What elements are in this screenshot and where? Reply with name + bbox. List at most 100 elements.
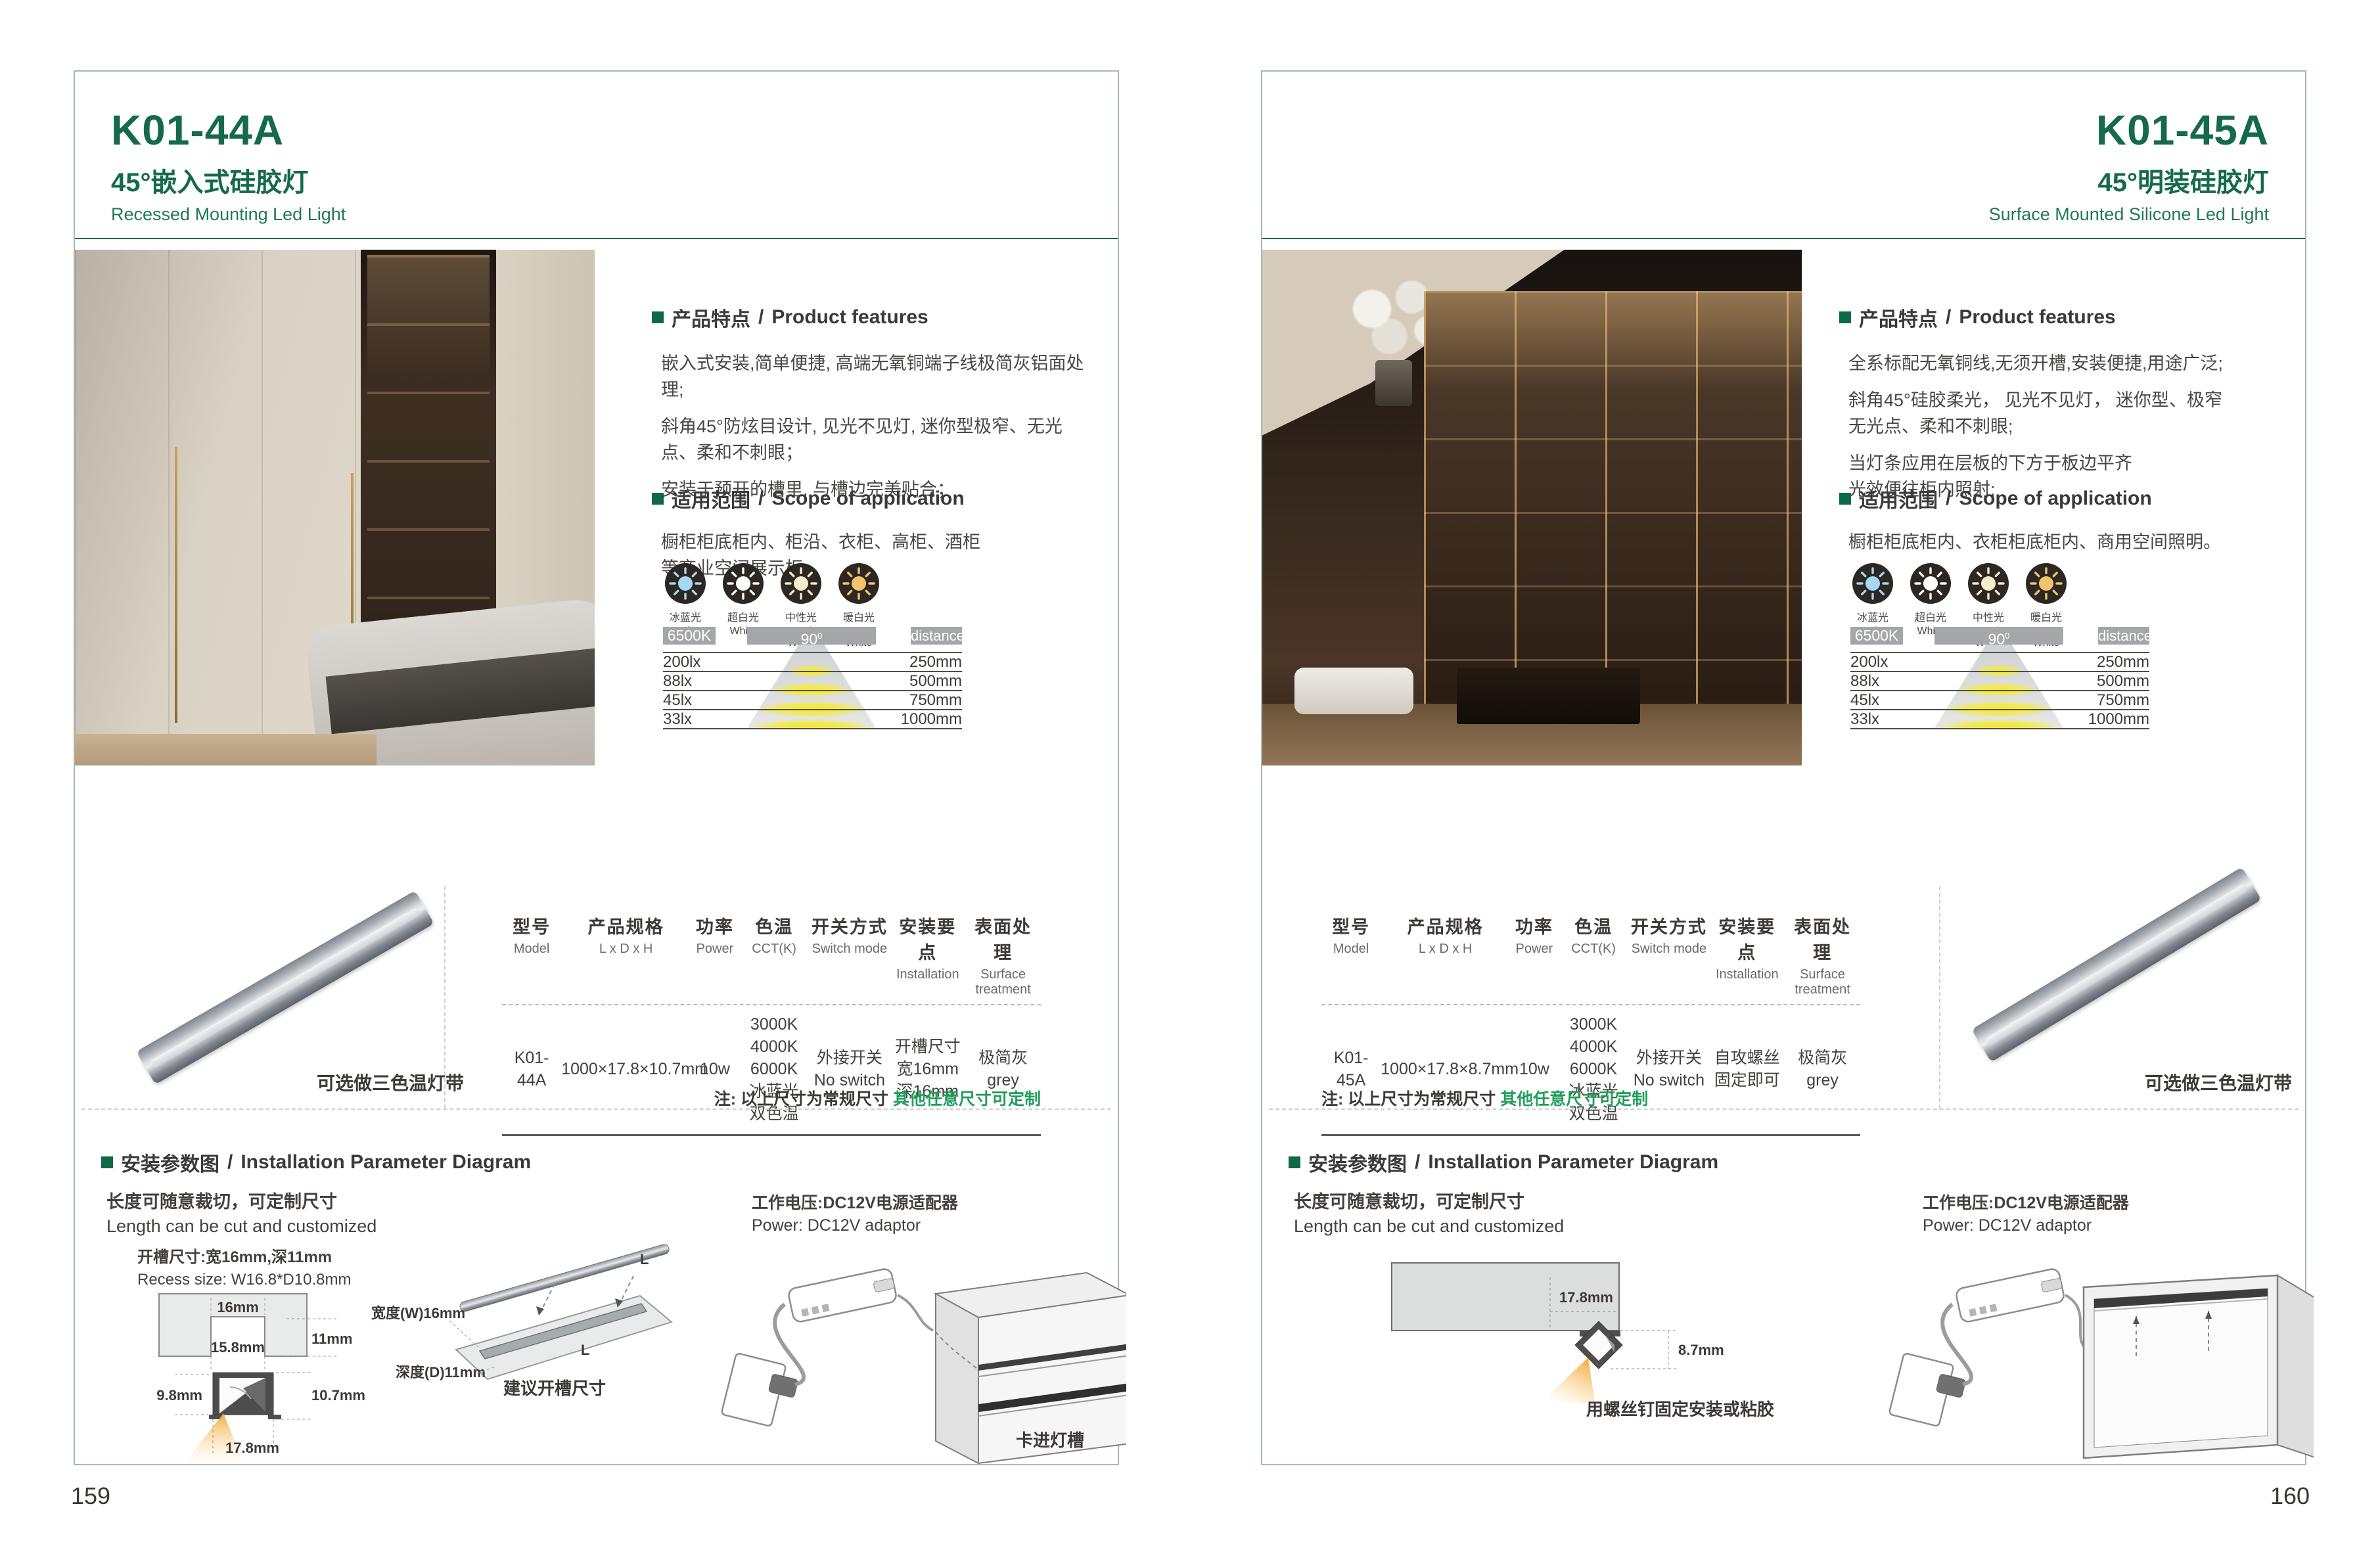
illuminance-distance-chart: 6500K 900 distance 200lx250mm 88lx500mm … (1850, 627, 2149, 739)
photo-layer (1294, 668, 1413, 714)
page-header: K01-45A 45°明装硅胶灯 Surface Mounted Silicon… (1989, 106, 2269, 225)
features-section-title: 产品特点 / Product features (1839, 303, 2116, 332)
chart-header-distance: distance (911, 627, 962, 645)
install-section-title: 安装参数图 / Installation Parameter Diagram (101, 1148, 531, 1177)
recess-cross-section-diagram: 16mm 11mm 15.8mm 9.8mm 10.7mm 17.8mm (114, 1289, 397, 1465)
section-title-cn: 安装参数图 (1308, 1148, 1407, 1177)
install-section-title: 安装参数图 / Installation Parameter Diagram (1289, 1148, 1718, 1177)
spec-table-header: 型号Model 产品规格L x D x H 功率Power 色温CCT(K) 开… (502, 913, 1041, 997)
section-title-en: Product features (771, 306, 928, 329)
vertical-divider (444, 886, 446, 1108)
section-title-sep: / (758, 488, 764, 510)
photo-layer (1424, 291, 1802, 704)
spec-table-header: 型号Model 产品规格L x D x H 功率Power 色温CCT(K) 开… (1321, 913, 1860, 997)
feature-line: 当灯条应用在层板的下方于板边平齐 (1848, 450, 2282, 476)
section-bullet (101, 1156, 113, 1168)
horizontal-divider (1269, 1108, 2299, 1110)
sun-icon (781, 563, 821, 604)
groove-board-diagram: L L 宽度(W)16mm 深度(D)11mm 建议开槽尺寸 (357, 1238, 778, 1415)
feature-line: 嵌入式安装,简单便捷, 高端无氧铜端子线极简灰铝面处理; (661, 350, 1095, 403)
chart-row: 33lx1000mm (663, 709, 962, 728)
spec-table-row: K01-45A 1000×17.8×8.7mm 10w 3000K 4000K … (1321, 1005, 1860, 1134)
adaptor-cabinet-diagram: 卡进灯槽 (719, 1248, 1126, 1465)
dim-8.7mm: 8.7mm (1678, 1342, 1724, 1358)
chart-rows: 200lx250mm 88lx500mm 45lx750mm 33lx1000m… (663, 652, 962, 729)
aluminum-profile-image (136, 890, 434, 1084)
adaptor-cabinet-diagram (1887, 1248, 2314, 1465)
photo-layer (175, 447, 177, 723)
page-number-right: 160 (2270, 1482, 2310, 1510)
section-title-en: Scope of application (1959, 488, 2151, 510)
open-cabinet-illustration (2084, 1275, 2314, 1458)
section-title-cn: 适用范围 (1859, 484, 1938, 513)
chart-header-cct: 6500K (663, 627, 716, 645)
section-title-cn: 产品特点 (672, 303, 750, 332)
section-bullet (1289, 1156, 1300, 1168)
hero-photo-wardrobe (75, 250, 595, 765)
power-note: 工作电压:DC12V电源适配器 Power: DC12V adaptor (1923, 1192, 2129, 1237)
custom-size-note: 注: 以上尺寸为常规尺寸 其他任意尺寸可定制 (1321, 1086, 1860, 1110)
power-adaptor-illustration (721, 1267, 933, 1426)
scope-line: 橱柜柜底柜内、柜沿、衣柜、高柜、酒柜 (661, 529, 1095, 555)
aluminum-profile-image (1971, 867, 2261, 1062)
scope-section-title: 适用范围 / Scope of application (652, 484, 965, 513)
chart-row: 33lx1000mm (1850, 709, 2149, 728)
scope-text: 橱柜柜底柜内、衣柜柜底柜内、商用空间照明。 (1848, 529, 2282, 555)
recess-size-note: 开槽尺寸:宽16mm,深11mm Recess size: W16.8*D10.… (137, 1246, 351, 1291)
light-color-label-cn: 中性光 (775, 608, 827, 624)
section-title-en: Product features (1959, 306, 2115, 329)
section-title-sep: / (758, 306, 764, 329)
feature-line: 斜角45°防炫目设计, 见光不见灯, 迷你型极窄、无光点、柔和不刺眼； (661, 413, 1095, 466)
page-number-left: 159 (71, 1482, 110, 1510)
chart-row: 200lx250mm (663, 652, 962, 671)
shelf-mounting-diagram: 17.8mm 8.7mm 用螺丝钉固定安装或粘胶 (1387, 1251, 1821, 1425)
light-color-label-cn: 中性光 (1963, 608, 2014, 624)
section-title-en: Scope of application (771, 488, 964, 510)
light-color-label-cn: 超白光 (1905, 608, 1956, 624)
section-bullet (1839, 493, 1851, 505)
catalog-page-left: K01-44A 45°嵌入式硅胶灯 Recessed Mounting Led … (74, 70, 1119, 1465)
groove-depth-label: 深度(D)11mm (396, 1364, 486, 1381)
hero-photo-closet (1262, 250, 1802, 765)
profile-caption: 可选做三色温灯带 (292, 1069, 489, 1095)
sun-icon (2026, 563, 2067, 604)
product-subtitle-en: Surface Mounted Silicone Led Light (1989, 204, 2269, 225)
section-bullet (652, 311, 664, 323)
table-divider-solid (1321, 1134, 1860, 1136)
chart-row: 88lx500mm (1850, 671, 2149, 690)
section-title-sep: / (1415, 1151, 1420, 1174)
photo-vase (1375, 360, 1412, 406)
catalog-spread: K01-44A 45°嵌入式硅胶灯 Recessed Mounting Led … (0, 0, 2380, 1552)
section-title-en: Installation Parameter Diagram (240, 1151, 531, 1174)
feature-line: 无光点、柔和不刺眼; (1848, 413, 2282, 440)
cabinet-illustration: 卡进灯槽 (936, 1273, 1126, 1463)
sun-icon (838, 563, 879, 604)
chart-rows: 200lx250mm 88lx500mm 45lx750mm 33lx1000m… (1850, 652, 2149, 729)
photo-layer (1424, 291, 1802, 704)
chart-row: 88lx500mm (663, 671, 962, 690)
table-divider-solid (502, 1134, 1041, 1136)
groove-caption: 建议开槽尺寸 (503, 1379, 606, 1398)
product-subtitle-cn: 45°明装硅胶灯 (1989, 161, 2269, 199)
chart-header-cct: 6500K (1850, 627, 1903, 645)
power-adaptor-illustration (1889, 1267, 2084, 1426)
custom-size-note: 注: 以上尺寸为常规尺寸 其他任意尺寸可定制 (502, 1086, 1041, 1110)
chart-header-beam-angle: 900 (1934, 627, 2063, 645)
section-title-cn: 产品特点 (1859, 303, 1938, 332)
scope-section-title: 适用范围 / Scope of application (1839, 484, 2152, 513)
dim-11mm: 11mm (311, 1331, 352, 1347)
section-title-sep: / (1946, 488, 1951, 510)
length-label: L (640, 1251, 649, 1267)
scope-line: 橱柜柜底柜内、衣柜柜底柜内、商用空间照明。 (1848, 529, 2282, 555)
spec-table-row: K01-44A 1000×17.8×10.7mm 10w 3000K 4000K… (502, 1005, 1041, 1134)
section-title-cn: 适用范围 (672, 484, 750, 513)
sun-icon (723, 563, 764, 604)
section-title-cn: 安装参数图 (121, 1148, 219, 1177)
photo-layer (75, 734, 377, 765)
chart-header-beam-angle: 900 (747, 627, 876, 645)
length-note: 长度可随意裁切，可定制尺寸 Length can be cut and cust… (106, 1190, 377, 1239)
chart-row: 45lx750mm (663, 690, 962, 709)
photo-layer (1457, 668, 1640, 724)
dim-17.8mm: 17.8mm (1559, 1289, 1613, 1306)
section-title-en: Installation Parameter Diagram (1428, 1151, 1718, 1174)
